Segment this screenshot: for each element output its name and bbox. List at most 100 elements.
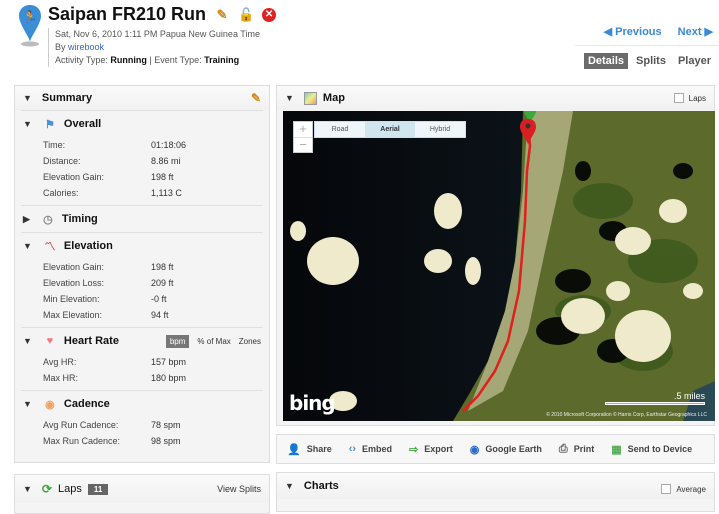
average-toggle[interactable]: Average [661,478,706,494]
google-earth-button[interactable]: ◉ Google Earth [470,443,542,456]
action-bar: 👤 Share ‹› Embed ⇨ Export ◉ Google Earth ⎙ Pr… [276,434,715,464]
charts-panel: ▼ Charts Average [276,472,715,512]
stat-label: Max Run Cadence: [43,436,121,446]
zoom-out-button[interactable]: − [294,137,312,152]
stat-label: Calories: [43,188,79,198]
google-earth-icon: ◉ [469,443,480,456]
previous-label: Previous [615,26,662,38]
share-button[interactable]: 👤 Share [287,443,332,456]
hr-tab-zones[interactable]: Zones [239,335,261,348]
map-type-hybrid[interactable]: Hybrid [415,122,465,137]
share-icon: 👤 [287,443,301,456]
unlock-icon[interactable]: 🔓 [238,7,254,23]
timing-section: ▶ ◷ Timing [15,206,269,232]
activity-meta: Sat, Nov 6, 2010 1:11 PM Papua New Guine… [48,28,260,67]
stat-row: Max Run Cadence: 98 spm [23,433,269,449]
charts-title: Charts [303,480,339,492]
collapse-triangle-icon[interactable]: ▼ [23,93,32,103]
summary-panel: ▼ Summary ✎ ▼ ⚑ Overall Time: 01:18:06 Dist… [14,85,270,463]
hr-tab-bpm[interactable]: bpm [165,334,190,348]
laps-header[interactable]: ▼ ⟳ Laps 11 View Splits [15,475,269,503]
activity-datetime: Sat, Nov 6, 2010 1:11 PM Papua New Guine… [55,29,260,39]
stat-value: 1,113 C [151,188,182,198]
print-label: Print [573,444,595,454]
edit-pencil-icon[interactable]: ✎ [214,7,230,23]
stat-label: Max Elevation: [43,310,103,320]
stat-label: Elevation Gain: [43,172,105,182]
print-button[interactable]: ⎙ Print [559,443,594,456]
map-title: Map [322,92,345,104]
header-divider [575,45,719,46]
edit-summary-icon[interactable]: ✎ [251,91,261,105]
collapse-triangle-icon[interactable]: ▼ [23,336,32,346]
map-view[interactable]: + − Road Aerial Hybrid bing .5 miles © 2… [283,111,715,421]
stat-label: Max HR: [43,373,79,383]
overall-title: Overall [63,118,102,130]
stat-label: Elevation Loss: [43,278,105,288]
laps-toggle[interactable]: Laps [673,93,706,103]
zoom-controls: + − [293,121,313,153]
map-type-road[interactable]: Road [315,122,365,137]
activity-title: Saipan FR210 Run ✎ 🔓 ✕ [48,4,277,25]
hr-tab-percent-max[interactable]: % of Max [197,335,230,348]
stat-value: 78 spm [151,420,181,430]
tab-player[interactable]: Player [674,53,715,69]
stat-row: Max HR: 180 bpm [23,370,269,386]
stat-label: Avg Run Cadence: [43,420,119,430]
previous-link[interactable]: ◀ Previous [604,25,662,38]
author-link[interactable]: wirebook [68,42,104,52]
embed-button[interactable]: ‹› Embed [349,443,392,455]
view-splits-link[interactable]: View Splits [217,484,261,494]
timing-title: Timing [61,213,98,225]
elevation-title: Elevation [63,240,113,252]
expand-triangle-icon[interactable]: ▶ [23,214,30,225]
stat-value: 180 bpm [151,373,187,383]
export-label: Export [424,444,453,454]
export-button[interactable]: ⇨ Export [409,443,453,456]
share-label: Share [306,444,332,454]
stat-value: 157 bpm [151,357,187,367]
collapse-triangle-icon[interactable]: ▼ [23,484,32,494]
tab-details[interactable]: Details [583,53,629,69]
summary-header[interactable]: ▼ Summary ✎ [15,86,269,110]
tab-splits[interactable]: Splits [632,53,670,69]
delete-icon[interactable]: ✕ [262,7,277,22]
collapse-triangle-icon[interactable]: ▼ [23,119,32,129]
collapse-triangle-icon[interactable]: ▼ [23,241,32,251]
laps-checkbox[interactable] [673,93,684,103]
map-type-aerial[interactable]: Aerial [365,122,415,137]
stat-value: 98 spm [151,436,181,446]
stat-row: Min Elevation: -0 ft [23,291,269,307]
laps-refresh-icon: ⟳ [41,482,52,496]
stat-row: Elevation Gain: 198 ft [23,169,269,185]
send-to-device-button[interactable]: ▦ Send to Device [611,443,692,456]
activity-type-label: Activity Type: [55,55,108,65]
collapse-triangle-icon[interactable]: ▼ [285,481,294,491]
cadence-title: Cadence [63,398,110,410]
collapse-triangle-icon[interactable]: ▼ [285,93,294,103]
activity-title-text: Saipan FR210 Run [48,4,207,24]
map-header[interactable]: ▼ Map Laps [277,86,714,110]
cadence-section: ▼ ◉ Cadence Avg Run Cadence: 78 spm Max Run… [15,391,269,449]
overall-section: ▼ ⚑ Overall Time: 01:18:06 Distance: 8.86 mi… [15,111,269,201]
by-label: By [55,42,66,52]
laps-title: Laps [57,483,82,495]
svg-text:🏃: 🏃 [23,10,38,24]
activity-header: 🏃 Saipan FR210 Run ✎ 🔓 ✕ Sat, Nov 6, 201… [0,0,719,80]
stat-label: Time: [43,140,66,150]
average-checkbox[interactable] [661,484,672,494]
stat-value: 8.86 mi [151,156,181,166]
next-link[interactable]: Next ▶ [678,25,713,38]
collapse-triangle-icon[interactable]: ▼ [23,399,32,409]
stat-label: Distance: [43,156,81,166]
next-label: Next [677,26,702,38]
charts-header[interactable]: ▼ Charts Average [277,473,714,499]
stat-row: Elevation Gain: 198 ft [23,259,269,275]
stat-row: Avg HR: 157 bpm [23,354,269,370]
stat-row: Max Elevation: 94 ft [23,307,269,323]
zoom-in-button[interactable]: + [294,122,312,137]
flag-icon: ⚑ [44,118,55,131]
map-scale: .5 miles [605,391,705,405]
stat-value: 01:18:06 [151,140,187,150]
laps-checkbox-label: Laps [688,93,706,103]
